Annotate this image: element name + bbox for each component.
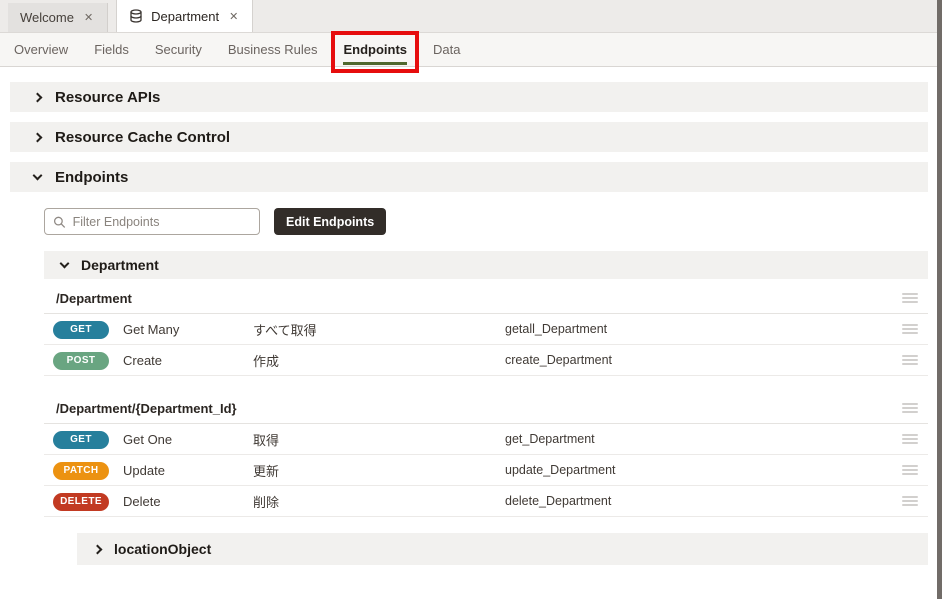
department-panel: Department /Department GET Get Many すべて取… <box>44 251 928 517</box>
location-object-panel: locationObject <box>77 533 928 565</box>
endpoint-name: Get One <box>123 432 253 447</box>
endpoint-group: /Department GET Get Many すべて取得 getall_De… <box>44 283 928 376</box>
tab-welcome-label: Welcome <box>20 10 74 25</box>
endpoint-name: Delete <box>123 494 253 509</box>
menu-icon[interactable] <box>902 432 918 446</box>
endpoint-name: Get Many <box>123 322 253 337</box>
tab-department-label: Department <box>151 9 219 24</box>
tab-department[interactable]: Department ✕ <box>116 0 253 32</box>
tab-security[interactable]: Security <box>155 42 202 57</box>
endpoint-id: getall_Department <box>505 322 894 336</box>
editor-tab-bar: Welcome ✕ Department ✕ <box>0 0 942 33</box>
content-area: Resource APIs Resource Cache Control End… <box>0 67 942 565</box>
active-tab-underline <box>343 62 407 65</box>
app-window: Welcome ✕ Department ✕ Overview Fields S… <box>0 0 942 599</box>
chevron-right-icon <box>33 92 43 102</box>
endpoint-name: Create <box>123 353 253 368</box>
close-icon[interactable]: ✕ <box>82 10 95 25</box>
filter-endpoints-box <box>44 208 260 235</box>
tab-endpoints-label: Endpoints <box>343 42 407 57</box>
path-row: /Department/{Department_Id} <box>44 393 928 424</box>
close-icon[interactable]: ✕ <box>227 9 240 24</box>
endpoint-id: update_Department <box>505 463 894 477</box>
section-title: Resource APIs <box>55 89 160 106</box>
endpoint-label-ja: 削除 <box>253 492 505 511</box>
database-icon <box>129 9 143 23</box>
endpoint-group: /Department/{Department_Id} GET Get One … <box>44 393 928 517</box>
endpoints-toolbar: Edit Endpoints <box>44 208 928 235</box>
endpoint-label-ja: 取得 <box>253 430 505 449</box>
section-title: Endpoints <box>55 169 128 186</box>
endpoint-path: /Department/{Department_Id} <box>56 401 894 416</box>
endpoint-row[interactable]: GET Get Many すべて取得 getall_Department <box>44 314 928 345</box>
menu-icon[interactable] <box>902 291 918 305</box>
method-badge: POST <box>53 352 109 370</box>
filter-endpoints-input[interactable] <box>73 215 251 229</box>
tab-endpoints[interactable]: Endpoints <box>343 42 407 57</box>
menu-icon[interactable] <box>902 463 918 477</box>
endpoint-id: create_Department <box>505 353 894 367</box>
department-panel-title: Department <box>81 257 159 273</box>
endpoint-row[interactable]: POST Create 作成 create_Department <box>44 345 928 376</box>
menu-icon[interactable] <box>902 322 918 336</box>
location-object-title: locationObject <box>114 541 211 557</box>
path-row: /Department <box>44 283 928 314</box>
method-badge: PATCH <box>53 462 109 480</box>
endpoint-row[interactable]: GET Get One 取得 get_Department <box>44 424 928 455</box>
endpoint-name: Update <box>123 463 253 478</box>
menu-icon[interactable] <box>902 494 918 508</box>
edit-endpoints-button[interactable]: Edit Endpoints <box>274 208 386 235</box>
endpoint-label-ja: 作成 <box>253 351 505 370</box>
endpoint-id: delete_Department <box>505 494 894 508</box>
endpoint-label-ja: 更新 <box>253 461 505 480</box>
tab-welcome[interactable]: Welcome ✕ <box>8 3 108 32</box>
endpoint-row[interactable]: DELETE Delete 削除 delete_Department <box>44 486 928 517</box>
department-panel-header[interactable]: Department <box>44 251 928 279</box>
endpoint-label-ja: すべて取得 <box>253 320 505 339</box>
section-title: Resource Cache Control <box>55 129 230 146</box>
search-icon <box>53 215 66 229</box>
chevron-right-icon <box>33 132 43 142</box>
object-subnav: Overview Fields Security Business Rules … <box>0 33 942 67</box>
tab-fields[interactable]: Fields <box>94 42 129 57</box>
menu-icon[interactable] <box>902 401 918 415</box>
chevron-down-icon <box>33 171 43 181</box>
chevron-right-icon <box>93 544 103 554</box>
chevron-down-icon <box>60 259 70 269</box>
tab-overview[interactable]: Overview <box>14 42 68 57</box>
location-object-header[interactable]: locationObject <box>77 533 928 565</box>
tab-business-rules[interactable]: Business Rules <box>228 42 318 57</box>
method-badge: DELETE <box>53 493 109 511</box>
endpoint-path: /Department <box>56 291 894 306</box>
endpoint-row[interactable]: PATCH Update 更新 update_Department <box>44 455 928 486</box>
method-badge: GET <box>53 431 109 449</box>
vertical-scrollbar[interactable] <box>937 0 942 599</box>
tab-data[interactable]: Data <box>433 42 460 57</box>
section-resource-cache-control[interactable]: Resource Cache Control <box>10 122 928 152</box>
method-badge: GET <box>53 321 109 339</box>
endpoint-id: get_Department <box>505 432 894 446</box>
menu-icon[interactable] <box>902 353 918 367</box>
section-endpoints[interactable]: Endpoints <box>10 162 928 192</box>
section-resource-apis[interactable]: Resource APIs <box>10 82 928 112</box>
